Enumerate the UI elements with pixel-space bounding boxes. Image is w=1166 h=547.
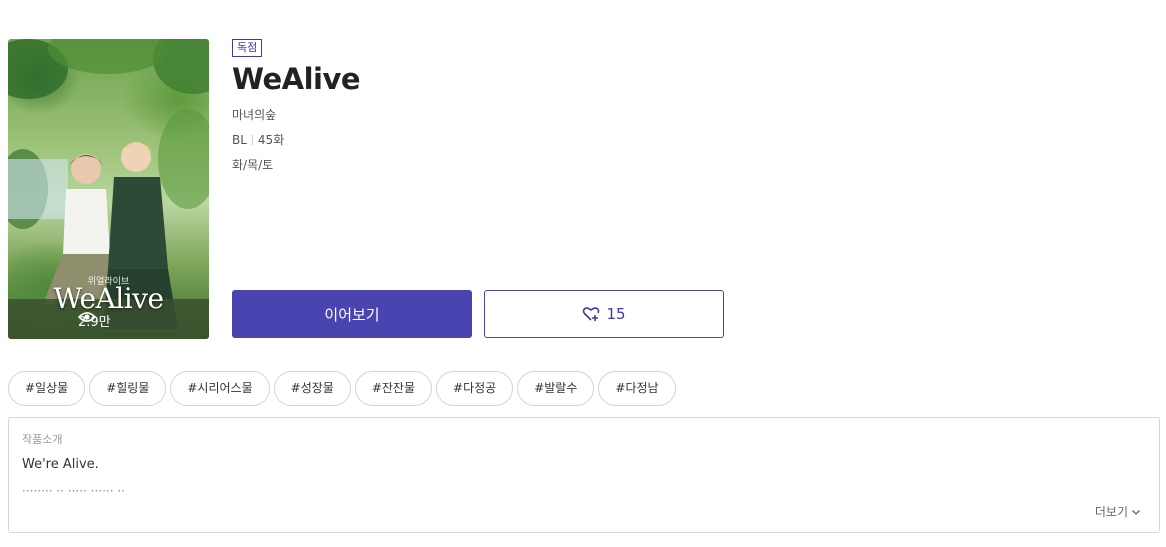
work-title: WeAlive xyxy=(232,62,361,96)
tag-list: #일상물 #힐링물 #시리어스물 #성장물 #잔잔물 #다정공 #발랄수 #다정… xyxy=(8,371,676,406)
synopsis-label: 작품소개 xyxy=(22,433,63,446)
tag-chip[interactable]: #일상물 xyxy=(8,371,86,406)
tag-chip[interactable]: #잔잔물 xyxy=(354,371,433,406)
meta-divider xyxy=(251,134,253,145)
episode-count: 45화 xyxy=(257,133,285,147)
more-label: 더보기 xyxy=(1094,505,1128,519)
synopsis-truncated-line: ········ ·· ····· ······ ·· xyxy=(22,488,125,496)
like-button[interactable]: 15 xyxy=(484,290,724,338)
heart-plus-icon xyxy=(583,307,600,321)
author-name[interactable]: 마녀의숲 xyxy=(232,106,276,123)
exclusive-badge: 독점 xyxy=(232,39,263,57)
cover-image[interactable]: 위얼라이브 WeAlive 2.9만 xyxy=(8,39,209,339)
synopsis-box: 작품소개 We're Alive. ········ ·· ····· ····… xyxy=(8,417,1160,533)
genre-label: BL xyxy=(232,132,247,147)
tag-chip[interactable]: #힐링물 xyxy=(89,371,167,406)
view-count: 2.9만 xyxy=(78,311,111,330)
tag-chip[interactable]: #시리어스물 xyxy=(170,371,270,406)
work-meta: BL 45화 xyxy=(232,131,284,148)
continue-reading-button[interactable]: 이어보기 xyxy=(232,290,472,338)
tag-chip[interactable]: #다정공 xyxy=(436,371,514,406)
more-button[interactable]: 더보기 xyxy=(1095,503,1141,520)
publish-schedule: 화/목/토 xyxy=(232,158,274,172)
tag-chip[interactable]: #성장물 xyxy=(273,371,351,406)
eye-icon xyxy=(78,312,96,322)
synopsis-text: We're Alive. xyxy=(22,457,99,472)
like-count: 15 xyxy=(606,305,626,323)
chevron-down-icon xyxy=(1132,509,1140,515)
tag-chip[interactable]: #발랄수 xyxy=(517,371,595,406)
tag-chip[interactable]: #다정남 xyxy=(598,371,676,406)
